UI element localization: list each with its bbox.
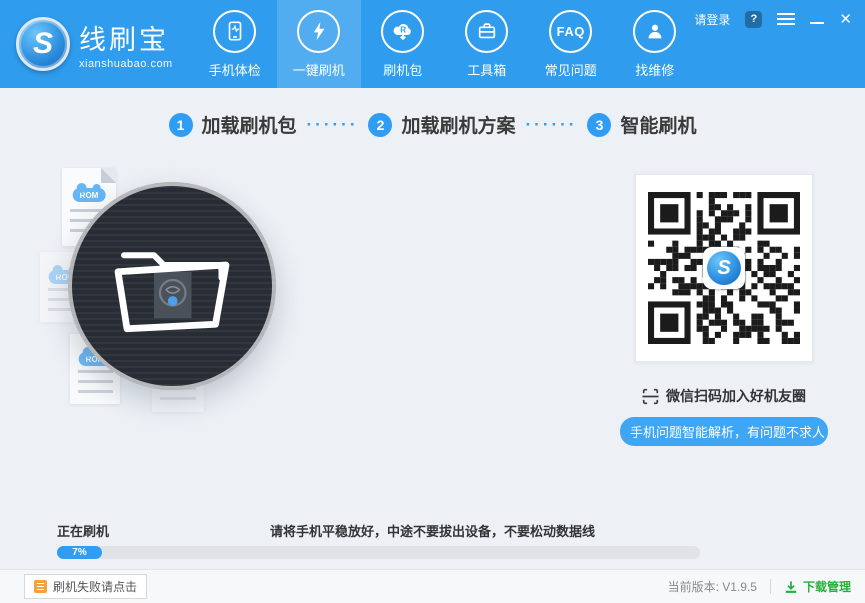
tab-label: 找维修 — [635, 60, 674, 79]
tab-toolbox[interactable]: 工具箱 — [445, 0, 529, 88]
progress-section: 正在刷机 请将手机平稳放好，中途不要拔出设备，不要松动数据线 7% — [0, 521, 865, 567]
window-controls: 请登录 ? ✕ — [694, 9, 852, 29]
repair-icon — [633, 10, 676, 53]
download-label: 下载管理 — [803, 578, 851, 595]
steps-bar: 1 加载刷机包 ······ 2 加载刷机方案 ······ 3 智能刷机 — [0, 88, 865, 150]
brand-logo-icon: S — [16, 17, 70, 71]
faq-icon: FAQ — [549, 10, 592, 53]
step-3: 3 智能刷机 — [587, 111, 696, 138]
download-icon — [784, 580, 798, 594]
faq-icon-text: FAQ — [557, 24, 585, 39]
close-icon[interactable]: ✕ — [839, 12, 852, 27]
header: S 线刷宝 xianshuabao.com 手机体检 — [0, 0, 865, 88]
status-bar: 刷机失败请点击 当前版本: V1.9.5 下载管理 — [0, 569, 865, 603]
tab-label: 一键刷机 — [293, 60, 345, 79]
step-2: 2 加载刷机方案 — [368, 111, 515, 138]
qr-logo-letter: S — [707, 251, 741, 285]
progress-bar: 7% — [57, 546, 700, 559]
login-link[interactable]: 请登录 — [694, 11, 730, 28]
tab-repair[interactable]: 找维修 — [613, 0, 697, 88]
tab-label: 手机体检 — [209, 60, 261, 79]
tab-one-key-flash[interactable]: 一键刷机 — [277, 0, 361, 88]
toolbox-icon — [465, 10, 508, 53]
flash-illustration: ROM ROM ROM ROM — [40, 168, 340, 424]
brand-domain: xianshuabao.com — [79, 58, 173, 70]
rom-download-icon: R — [381, 10, 424, 53]
tab-faq[interactable]: FAQ 常见问题 — [529, 0, 613, 88]
version-label: 当前版本: V1.9.5 — [668, 578, 757, 595]
qr-caption-text: 微信扫码加入好机友圈 — [666, 386, 806, 406]
flash-fail-icon — [34, 580, 47, 593]
open-folder-icon — [97, 227, 247, 345]
qr-caption-row: 微信扫码加入好机友圈 — [620, 386, 828, 406]
app-logo: S 线刷宝 xianshuabao.com — [0, 0, 193, 88]
qr-promo-badge: 手机问题智能解析，有问题不求人 — [620, 417, 828, 446]
step-number: 1 — [169, 113, 193, 137]
progress-percent: 7% — [72, 547, 86, 558]
flash-fail-label: 刷机失败请点击 — [53, 578, 137, 595]
rom-cloud-badge: ROM — [73, 188, 106, 202]
tab-rom-package[interactable]: R 刷机包 — [361, 0, 445, 88]
tab-label: 工具箱 — [467, 60, 506, 79]
menu-icon[interactable] — [777, 13, 795, 25]
app-window: S 线刷宝 xianshuabao.com 手机体检 — [0, 0, 865, 603]
phone-check-icon — [213, 10, 256, 53]
download-manager-link[interactable]: 下载管理 — [784, 578, 851, 595]
help-icon[interactable]: ? — [745, 11, 762, 28]
qr-code: S — [635, 174, 813, 362]
step-label: 加载刷机方案 — [401, 111, 515, 138]
tab-phone-check[interactable]: 手机体检 — [193, 0, 277, 88]
progress-fill: 7% — [57, 546, 102, 559]
main-content: ROM ROM ROM ROM — [0, 150, 865, 518]
tab-label: 常见问题 — [545, 60, 597, 79]
flash-circle — [68, 182, 276, 390]
flash-fail-button[interactable]: 刷机失败请点击 — [24, 574, 147, 599]
step-number: 2 — [368, 113, 392, 137]
qr-panel: S 微信扫码加入好机友圈 手机问题智能解析，有问题不求人 — [620, 174, 828, 446]
footer-divider — [770, 579, 771, 594]
flash-icon — [297, 10, 340, 53]
main-nav: 手机体检 一键刷机 R 刷机包 — [193, 0, 697, 88]
step-1: 1 加载刷机包 — [169, 111, 297, 138]
minimize-icon[interactable] — [810, 22, 824, 24]
brand-name: 线刷宝 — [79, 18, 173, 57]
step-number: 3 — [587, 113, 611, 137]
scan-icon — [642, 388, 659, 405]
step-label: 智能刷机 — [620, 111, 696, 138]
step-label: 加载刷机包 — [202, 111, 297, 138]
step-dots: ······ — [526, 115, 578, 135]
progress-hint: 请将手机平稳放好，中途不要拔出设备，不要松动数据线 — [0, 521, 865, 540]
tab-label: 刷机包 — [383, 60, 422, 79]
qr-center-logo: S — [703, 247, 745, 289]
brand-logo-letter: S — [33, 27, 53, 61]
step-dots: ······ — [307, 115, 359, 135]
